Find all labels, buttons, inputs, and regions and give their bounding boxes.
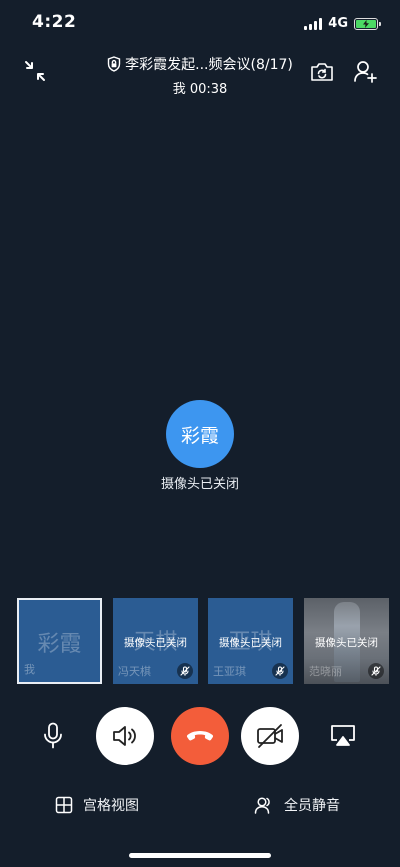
participant-tile[interactable]: 天棋 摄像头已关闭 冯天棋	[113, 598, 198, 684]
meeting-title: 李彩霞发起...频会议(8/17)	[125, 57, 293, 73]
hangup-button[interactable]	[171, 707, 229, 765]
mute-all-button[interactable]: 全员静音	[254, 795, 340, 815]
camera-off-label: 摄像头已关闭	[315, 637, 378, 649]
participant-name: 冯天棋	[118, 665, 151, 678]
participant-name: 范晓丽	[309, 665, 342, 678]
microphone-button[interactable]	[24, 707, 82, 765]
screen-share-icon	[331, 725, 355, 746]
switch-camera-icon[interactable]	[309, 59, 335, 85]
grid-view-button[interactable]: 宫格视图	[55, 795, 139, 815]
participant-name: 王亚琪	[213, 665, 246, 678]
camera-toggle-button[interactable]	[241, 707, 299, 765]
mute-all-icon	[254, 797, 270, 814]
screen-share-button[interactable]	[314, 707, 372, 765]
mic-muted-icon	[368, 663, 384, 679]
hangup-icon	[186, 731, 214, 741]
add-participant-icon[interactable]	[352, 58, 380, 86]
shield-lock-icon	[107, 56, 121, 72]
mic-muted-icon	[272, 663, 288, 679]
camera-off-icon	[257, 724, 283, 748]
participant-name: 我	[24, 663, 35, 676]
meeting-header[interactable]: 李彩霞发起...频会议(8/17) 我 00:38	[0, 54, 400, 97]
status-time: 4:22	[32, 12, 77, 32]
battery-icon	[354, 17, 381, 30]
participant-tile[interactable]: 彩霞 我	[17, 598, 102, 684]
grid-view-label: 宫格视图	[83, 798, 139, 814]
participant-bg-name: 彩霞	[37, 632, 82, 657]
home-indicator	[129, 853, 271, 858]
camera-off-status: 摄像头已关闭	[160, 477, 239, 492]
main-speaker-avatar[interactable]: 彩霞	[166, 400, 234, 468]
mic-muted-icon	[177, 663, 193, 679]
participant-tile[interactable]: 摄像头已关闭 范晓丽	[304, 598, 389, 684]
participant-strip[interactable]: 彩霞 我 天棋 摄像头已关闭 冯天棋 亚琪 摄像头已关闭 王亚琪 摄像头已关闭 …	[17, 598, 400, 686]
participant-tile[interactable]: 亚琪 摄像头已关闭 王亚琪	[208, 598, 293, 684]
signal-icon	[304, 17, 323, 30]
camera-off-label: 摄像头已关闭	[124, 637, 187, 649]
speaker-button[interactable]	[96, 707, 154, 765]
speaker-icon	[113, 726, 136, 746]
camera-off-label: 摄像头已关闭	[219, 637, 282, 649]
network-type: 4G	[328, 16, 348, 31]
microphone-icon	[44, 722, 62, 749]
grid-view-icon	[55, 796, 73, 814]
mute-all-label: 全员静音	[284, 798, 340, 814]
status-indicators: 4G	[304, 16, 381, 31]
meeting-timer: 我 00:38	[172, 82, 228, 97]
